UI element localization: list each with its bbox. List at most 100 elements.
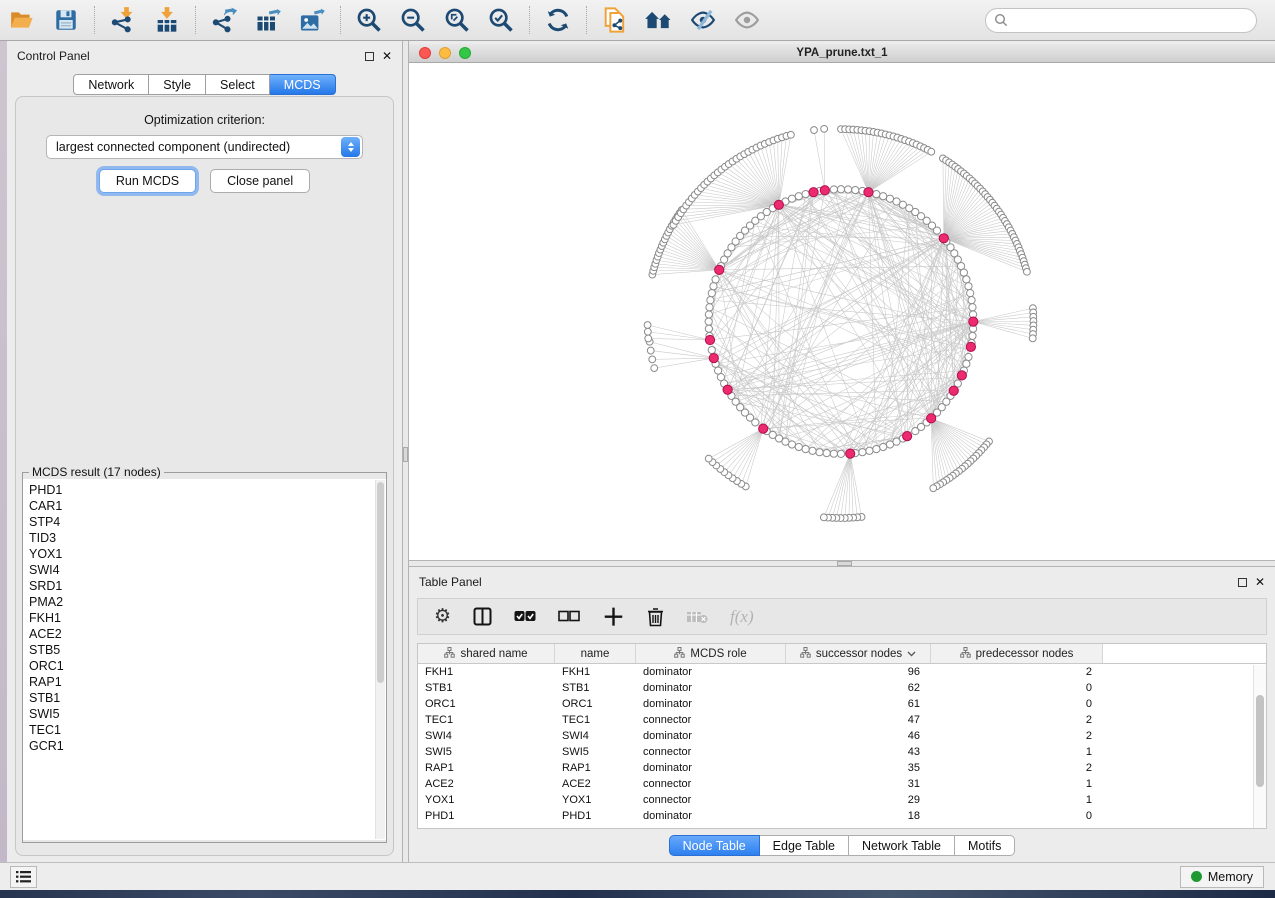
tab-select[interactable]: Select [206, 74, 270, 95]
mcds-list-item[interactable]: STB5 [29, 642, 386, 658]
mcds-list-item[interactable]: YOX1 [29, 546, 386, 562]
cell-shared_name[interactable]: ORC1 [418, 698, 555, 710]
column-header-shared-name[interactable]: shared name [418, 644, 555, 663]
zoom-fit-icon[interactable] [438, 4, 476, 36]
table-row[interactable]: YOX1YOX1connector291 [418, 792, 1266, 808]
close-panel-icon[interactable]: ✕ [382, 52, 392, 61]
mcds-list-scrollbar[interactable] [375, 480, 385, 839]
column-header-name[interactable]: name [555, 644, 636, 663]
show-all-icon[interactable] [728, 4, 766, 36]
cell-predecessor_nodes[interactable]: 2 [931, 666, 1103, 678]
float-panel-icon[interactable] [1238, 578, 1247, 587]
splitter-handle[interactable] [403, 447, 408, 462]
hide-selected-icon[interactable] [684, 4, 722, 36]
table-row[interactable]: PHD1PHD1dominator180 [418, 808, 1266, 824]
tab-network-table[interactable]: Network Table [849, 835, 955, 856]
optimization-criterion-select[interactable]: largest connected component (undirected) [46, 135, 363, 159]
table-row[interactable]: TEC1TEC1connector472 [418, 712, 1266, 728]
cell-name[interactable]: ACE2 [555, 778, 636, 790]
mcds-list-item[interactable]: PMA2 [29, 594, 386, 610]
cell-predecessor_nodes[interactable]: 1 [931, 746, 1103, 758]
mcds-list-item[interactable]: SWI5 [29, 706, 386, 722]
mcds-list-item[interactable]: STP4 [29, 514, 386, 530]
cell-name[interactable]: STB1 [555, 682, 636, 694]
cell-name[interactable]: ORC1 [555, 698, 636, 710]
first-neighbors-icon[interactable] [640, 4, 678, 36]
splitter-handle[interactable] [837, 561, 852, 566]
deselect-all-icon[interactable] [558, 610, 580, 623]
tab-edge-table[interactable]: Edge Table [760, 835, 849, 856]
cell-name[interactable]: SWI5 [555, 746, 636, 758]
cell-mcds_role[interactable]: dominator [636, 666, 786, 678]
refresh-icon[interactable] [539, 4, 577, 36]
cell-shared_name[interactable]: STB1 [418, 682, 555, 694]
zoom-out-icon[interactable] [394, 4, 432, 36]
horizontal-splitter[interactable] [409, 560, 1275, 567]
tab-style[interactable]: Style [149, 74, 206, 95]
cell-name[interactable]: PHD1 [555, 810, 636, 822]
cell-successor_nodes[interactable]: 18 [786, 810, 931, 822]
cell-successor_nodes[interactable]: 46 [786, 730, 931, 742]
cell-shared_name[interactable]: TEC1 [418, 714, 555, 726]
delete-table-icon[interactable] [686, 610, 708, 624]
mcds-list-item[interactable]: CAR1 [29, 498, 386, 514]
table-row[interactable]: RAP1RAP1dominator352 [418, 760, 1266, 776]
mcds-list-item[interactable]: STB1 [29, 690, 386, 706]
delete-column-icon[interactable] [647, 607, 664, 627]
cell-mcds_role[interactable]: dominator [636, 730, 786, 742]
cell-successor_nodes[interactable]: 96 [786, 666, 931, 678]
mcds-result-list[interactable]: PHD1CAR1STP4TID3YOX1SWI4SRD1PMA2FKH1ACE2… [23, 479, 386, 754]
cell-successor_nodes[interactable]: 61 [786, 698, 931, 710]
cell-mcds_role[interactable]: connector [636, 778, 786, 790]
column-header-predecessor-nodes[interactable]: predecessor nodes [931, 644, 1103, 663]
cell-mcds_role[interactable]: connector [636, 794, 786, 806]
mcds-list-item[interactable]: SWI4 [29, 562, 386, 578]
mcds-list-item[interactable]: PHD1 [29, 482, 386, 498]
close-panel-button[interactable]: Close panel [210, 169, 310, 193]
mcds-list-item[interactable]: TEC1 [29, 722, 386, 738]
cell-shared_name[interactable]: FKH1 [418, 666, 555, 678]
vertical-splitter[interactable] [402, 41, 409, 862]
open-file-icon[interactable] [3, 4, 41, 36]
mcds-list-item[interactable]: SRD1 [29, 578, 386, 594]
tab-node-table[interactable]: Node Table [669, 835, 760, 856]
tab-network[interactable]: Network [73, 74, 149, 95]
tab-mcds[interactable]: MCDS [270, 74, 336, 95]
tab-motifs[interactable]: Motifs [955, 835, 1015, 856]
import-network-icon[interactable] [104, 4, 142, 36]
cell-successor_nodes[interactable]: 43 [786, 746, 931, 758]
cell-predecessor_nodes[interactable]: 2 [931, 714, 1103, 726]
add-column-icon[interactable]: ＋ [602, 607, 625, 627]
cell-mcds_role[interactable]: dominator [636, 762, 786, 774]
select-all-icon[interactable] [514, 610, 536, 623]
cell-shared_name[interactable]: YOX1 [418, 794, 555, 806]
mcds-list-item[interactable]: GCR1 [29, 738, 386, 754]
mcds-list-item[interactable]: FKH1 [29, 610, 386, 626]
cell-successor_nodes[interactable]: 35 [786, 762, 931, 774]
mcds-list-item[interactable]: ACE2 [29, 626, 386, 642]
duplicate-network-icon[interactable] [596, 4, 634, 36]
mcds-list-item[interactable]: RAP1 [29, 674, 386, 690]
search-input[interactable] [1013, 13, 1248, 27]
cell-predecessor_nodes[interactable]: 0 [931, 698, 1103, 710]
cell-shared_name[interactable]: SWI5 [418, 746, 555, 758]
cell-successor_nodes[interactable]: 29 [786, 794, 931, 806]
table-row[interactable]: ORC1ORC1dominator610 [418, 696, 1266, 712]
cell-predecessor_nodes[interactable]: 0 [931, 682, 1103, 694]
cell-predecessor_nodes[interactable]: 0 [931, 810, 1103, 822]
search-box[interactable] [985, 8, 1257, 33]
run-mcds-button[interactable]: Run MCDS [99, 169, 196, 193]
cell-successor_nodes[interactable]: 31 [786, 778, 931, 790]
cell-shared_name[interactable]: RAP1 [418, 762, 555, 774]
cell-mcds_role[interactable]: dominator [636, 682, 786, 694]
table-scrollbar[interactable] [1253, 665, 1266, 828]
cell-shared_name[interactable]: ACE2 [418, 778, 555, 790]
column-header-successor-nodes[interactable]: successor nodes [786, 644, 931, 663]
column-header-MCDS-role[interactable]: MCDS role [636, 644, 786, 663]
table-row[interactable]: STB1STB1dominator620 [418, 680, 1266, 696]
memory-button[interactable]: Memory [1180, 866, 1264, 888]
table-row[interactable]: FKH1FKH1dominator962 [418, 664, 1266, 680]
table-row[interactable]: ACE2ACE2connector311 [418, 776, 1266, 792]
float-panel-icon[interactable] [365, 52, 374, 61]
cell-mcds_role[interactable]: connector [636, 714, 786, 726]
